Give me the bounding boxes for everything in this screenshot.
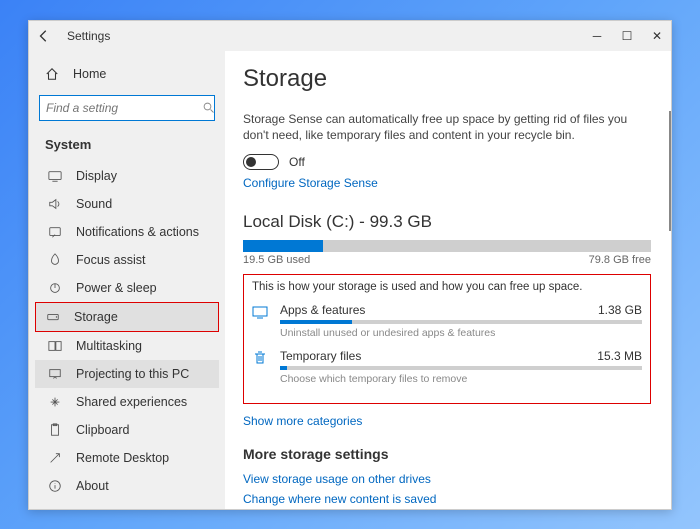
home-nav[interactable]: Home [35,61,219,87]
close-button[interactable]: ✕ [651,29,663,43]
page-title: Storage [243,65,651,93]
sidebar-item-display[interactable]: Display [35,162,219,190]
about-icon [48,479,64,493]
sidebar-item-notifications[interactable]: Notifications & actions [35,218,219,246]
nav-label: Clipboard [76,423,130,437]
disk-usage-bar [243,240,651,252]
sidebar-item-shared-experiences[interactable]: Shared experiences [35,388,219,416]
callout-intro: This is how your storage is used and how… [252,281,642,293]
section-heading: System [35,129,219,162]
storage-sense-toggle[interactable] [243,154,279,170]
settings-window: Settings ─ ☐ ✕ Home System [28,20,672,510]
sidebar-item-projecting[interactable]: Projecting to this PC [35,360,219,388]
disk-free-label: 79.8 GB free [589,254,651,266]
category-sub: Choose which temporary files to remove [280,373,642,385]
search-box[interactable] [39,95,215,121]
focus-icon [48,253,64,267]
scrollbar[interactable] [669,111,671,231]
display-icon [48,169,64,183]
nav-label: Display [76,169,117,183]
remote-icon [48,451,64,465]
sidebar-item-about[interactable]: About [35,472,219,500]
nav-label: Focus assist [76,253,145,267]
power-icon [48,281,64,295]
sidebar-item-remote-desktop[interactable]: Remote Desktop [35,444,219,472]
shared-icon [48,395,64,409]
sound-icon [48,197,64,211]
sidebar-item-sound[interactable]: Sound [35,190,219,218]
notifications-icon [48,225,64,239]
nav-label: Remote Desktop [76,451,169,465]
nav-label: Projecting to this PC [76,367,189,381]
category-temporary-files[interactable]: Temporary files 15.3 MB Choose which tem… [252,349,642,385]
nav-label: Shared experiences [76,395,187,409]
category-size: 15.3 MB [597,349,642,363]
category-apps-features[interactable]: Apps & features 1.38 GB Uninstall unused… [252,303,642,339]
more-link-new-content[interactable]: Change where new content is saved [243,492,651,506]
multitasking-icon [48,339,64,353]
trash-icon [252,349,270,366]
window-title: Settings [67,29,591,43]
sidebar-item-multitasking[interactable]: Multitasking [35,332,219,360]
nav-label: Sound [76,197,112,211]
back-button[interactable] [37,29,53,43]
category-sub: Uninstall unused or undesired apps & fea… [280,327,642,339]
projecting-icon [48,367,64,381]
home-icon [45,67,61,81]
show-more-categories-link[interactable]: Show more categories [243,414,651,428]
disk-heading: Local Disk (C:) - 99.3 GB [243,212,651,232]
window-controls: ─ ☐ ✕ [591,29,663,43]
search-input[interactable] [46,101,203,115]
nav-label: Storage [74,310,118,324]
sidebar: Home System Display Sound Notifications … [29,51,225,509]
nav-label: About [76,479,109,493]
category-name: Apps & features [280,303,365,317]
configure-storage-sense-link[interactable]: Configure Storage Sense [243,176,651,190]
apps-icon [252,303,270,320]
sidebar-item-storage[interactable]: Storage [35,302,219,332]
maximize-button[interactable]: ☐ [621,29,633,43]
clipboard-icon [48,423,64,437]
sidebar-item-power-sleep[interactable]: Power & sleep [35,274,219,302]
toggle-state-label: Off [289,155,305,169]
category-size: 1.38 GB [598,303,642,317]
minimize-button[interactable]: ─ [591,29,603,43]
more-settings-heading: More storage settings [243,446,651,462]
nav-label: Multitasking [76,339,142,353]
category-name: Temporary files [280,349,361,363]
storage-icon [46,310,62,324]
nav-label: Power & sleep [76,281,157,295]
search-icon [203,102,215,114]
sidebar-item-clipboard[interactable]: Clipboard [35,416,219,444]
home-label: Home [73,67,106,81]
storage-breakdown-callout: This is how your storage is used and how… [243,274,651,404]
storage-sense-description: Storage Sense can automatically free up … [243,111,651,145]
titlebar: Settings ─ ☐ ✕ [29,21,671,51]
disk-used-label: 19.5 GB used [243,254,310,266]
nav-label: Notifications & actions [76,225,199,239]
content-pane: Storage Storage Sense can automatically … [225,51,671,509]
sidebar-item-focus-assist[interactable]: Focus assist [35,246,219,274]
more-link-other-drives[interactable]: View storage usage on other drives [243,472,651,486]
